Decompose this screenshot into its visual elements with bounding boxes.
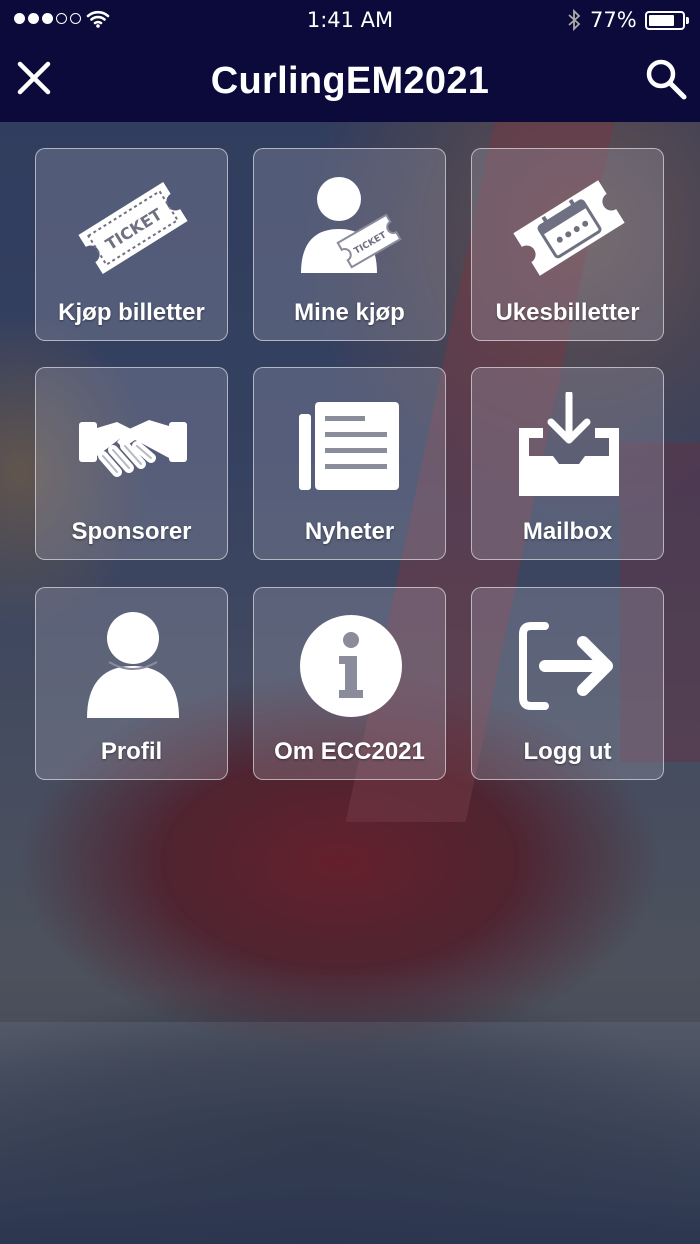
battery-icon [645,11,689,30]
menu-item-label: Mine kjøp [294,299,405,326]
menu-item-om-ecc2021[interactable]: Om ECC2021 [253,587,446,780]
bluetooth-icon [568,8,581,32]
nav-bar: CurlingEM2021 [0,40,700,122]
newspaper-icon [298,402,399,490]
logout-icon [518,622,613,710]
menu-item-label: Nyheter [304,518,395,545]
page-title: CurlingEM2021 [210,60,490,102]
search-button[interactable] [642,55,690,103]
user-icon [86,612,179,718]
menu-item-profil[interactable]: Profil [35,587,228,780]
menu-item-nyheter[interactable]: Nyheter [253,367,446,560]
handshake-icon [78,420,187,477]
menu-item-sponsorer[interactable]: Sponsorer [35,367,228,560]
menu-item-mailbox[interactable]: Mailbox [471,367,664,560]
menu-item-ukesbilletter[interactable]: Ukesbilletter [471,148,664,341]
menu-item-label: Ukesbilletter [495,299,640,326]
menu-item-logg-ut[interactable]: Logg ut [471,587,664,780]
menu-item-label: Logg ut [523,738,612,765]
menu-item-mine-kjop[interactable]: TICKET Mine kjøp [253,148,446,341]
menu-item-kjop-billetter[interactable]: TICKET Kjøp billetter [35,148,228,341]
menu-item-label: Profil [100,738,163,765]
search-icon [646,59,687,100]
menu-item-label: Kjøp billetter [58,299,205,326]
menu-item-label: Mailbox [522,518,613,545]
menu-item-label: Om ECC2021 [274,738,425,765]
user-ticket-icon: TICKET [300,177,402,273]
info-icon [299,615,402,717]
status-bar: 1:41 AM 77% [0,0,700,40]
menu-item-label: Sponsorer [71,518,192,545]
battery-percent: 77% [590,8,637,32]
inbox-download-icon [518,392,619,496]
ticket-icon: TICKET [77,181,188,275]
calendar-ticket-icon [512,180,625,276]
